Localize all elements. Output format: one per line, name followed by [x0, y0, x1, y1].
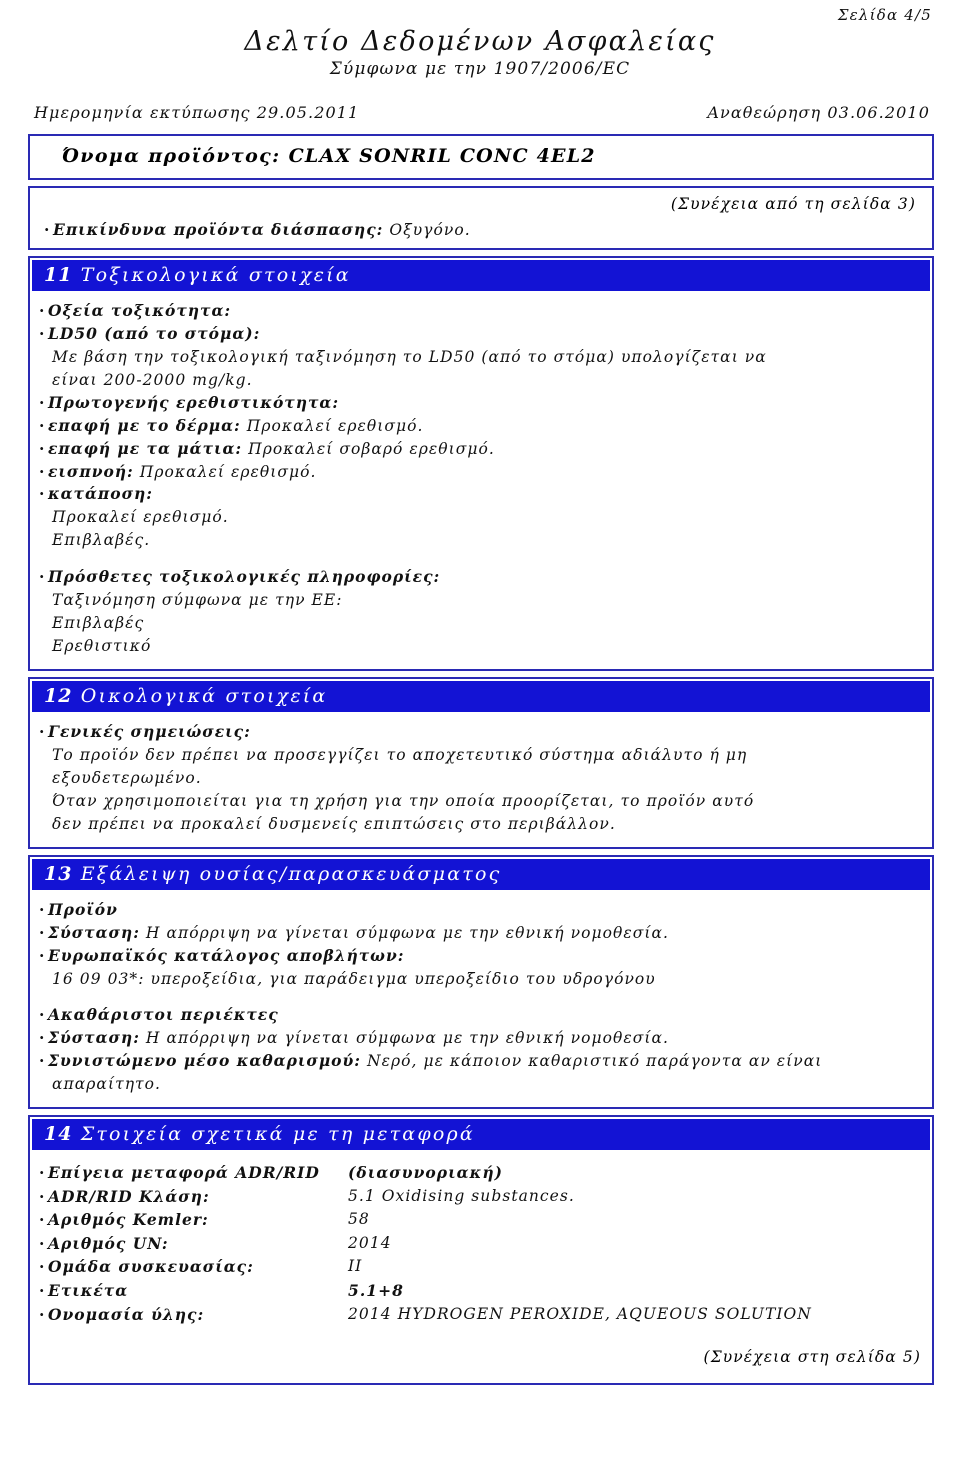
general-notes-line-1: Το προϊόν δεν πρέπει να προσεγγίζει το α… — [52, 745, 748, 764]
continued-from: (Συνέχεια από τη σελίδα 3) — [670, 195, 916, 214]
transport-row: ADR/RID Κλάση: 5.1 Oxidising substances. — [35, 1185, 927, 1209]
transport-row-value: 5.1 Oxidising substances. — [348, 1186, 575, 1205]
ingestion-text-2: Επιβλαβές. — [52, 531, 151, 550]
revision-date: Αναθεώρηση 03.06.2010 — [707, 103, 930, 123]
transport-row-key: Αριθμός UN: — [48, 1233, 169, 1253]
uncleaned-packaging-subheading: Ακαθάριστοι περιέκτες — [35, 1004, 927, 1027]
transport-row: Αριθμός UN: 2014 — [35, 1232, 927, 1256]
transport-row: Ομάδα συσκευασίας: II — [35, 1255, 927, 1279]
section-14-body: Επίγεια μεταφορά ADR/RID(διασυνοριακή)AD… — [31, 1150, 931, 1382]
section-14-header: 14 Στοιχεία σχετικά με τη μεταφορά — [32, 1119, 930, 1151]
section-12-body: Γενικές σημειώσεις: Το προϊόν δεν πρέπει… — [31, 712, 931, 846]
transport-row-key: ADR/RID Κλάση: — [48, 1186, 210, 1206]
document-title: Δελτίο Δεδομένων Ασφαλείας — [244, 26, 716, 57]
section-13-header: 13 Εξάλειψη ουσίας/παρασκευάσματος — [32, 858, 930, 890]
page-indicator: Σελίδα 4/5 — [837, 6, 932, 24]
section-11-header: 11 Τοξικολογικά στοιχεία — [32, 259, 930, 291]
section-14-number: 14 — [44, 1123, 73, 1146]
print-date: Ημερομηνία εκτύπωσης 29.05.2011 — [34, 103, 360, 123]
general-notes-line-2: εξουδετερωμένο. — [52, 768, 202, 787]
section-11-body: Οξεία τοξικότητα: LD50 (από το στόμα): Μ… — [31, 291, 931, 668]
transport-row-value: 2014 HYDROGEN PEROXIDE, AQUEOUS SOLUTION — [348, 1304, 812, 1323]
product-name-line: Όνομα προϊόντος: CLAX SONRIL CONC 4EL2 — [40, 145, 922, 167]
document-header: Δελτίο Δεδομένων Ασφαλείας Σύμφωνα με τη… — [0, 0, 960, 79]
transport-row: Αριθμός Kemler: 58 — [35, 1208, 927, 1232]
general-notes-line-3: Όταν χρησιμοποιείται για τη χρήση για τη… — [52, 791, 755, 810]
inhalation-line: εισπνοή: Προκαλεί ερεθισμό. — [35, 461, 927, 484]
product-subheading: Προϊόν — [35, 899, 927, 922]
eu-classification-line: Ταξινόμηση σύμφωνα με την ΕΕ: — [52, 591, 343, 610]
continued-to: (Συνέχεια στη σελίδα 5) — [703, 1348, 921, 1367]
transport-row: Ονομασία ύλης: 2014 HYDROGEN PEROXIDE, AQ… — [35, 1303, 927, 1327]
european-waste-catalogue-label: Ευρωπαϊκός κατάλογος αποβλήτων: — [35, 945, 927, 968]
transport-rows: Επίγεια μεταφορά ADR/RID(διασυνοριακή)AD… — [35, 1161, 927, 1326]
section-11-number: 11 — [44, 263, 73, 286]
document-page: Σελίδα 4/5 Δελτίο Δεδομένων Ασφαλείας Σύ… — [0, 0, 960, 1458]
decomposition-products-line: Επικίνδυνα προϊόντα διάσπασης: Οξυγόνο. — [40, 213, 922, 242]
transport-row-key: Ετικέτα — [48, 1280, 129, 1300]
general-notes-label: Γενικές σημειώσεις: — [35, 721, 927, 744]
transport-row: Ετικέτα 5.1+8 — [35, 1279, 927, 1303]
transport-row-key: Αριθμός Kemler: — [48, 1210, 209, 1230]
section-13-box: 13 Εξάλειψη ουσίας/παρασκευάσματος Προϊό… — [28, 854, 934, 1110]
recommendation-product-line: Σύσταση: Η απόρριψη να γίνεται σύμφωνα μ… — [35, 922, 927, 945]
section-14-title: Στοιχεία σχετικά με τη μεταφορά — [80, 1123, 475, 1146]
harmful-line: Επιβλαβές — [52, 614, 145, 633]
transport-row-key: Ομάδα συσκευασίας: — [48, 1257, 254, 1277]
acute-toxicity-label: Οξεία τοξικότητα: — [35, 300, 927, 323]
document-subtitle: Σύμφωνα με την 1907/2006/EC — [329, 59, 631, 80]
primary-irritation-label: Πρωτογενής ερεθιστικότητα: — [35, 392, 927, 415]
transport-row-value: 5.1+8 — [348, 1280, 404, 1300]
transport-row: Επίγεια μεταφορά ADR/RID (διασυνοριακή) — [35, 1161, 927, 1185]
section-13-title: Εξάλειψη ουσίας/παρασκευάσματος — [80, 862, 502, 885]
product-name-value: CLAX SONRIL CONC 4EL2 — [288, 145, 596, 168]
ingestion-label: κατάποση: — [35, 483, 927, 506]
ingestion-text-1: Προκαλεί ερεθισμό. — [52, 508, 229, 527]
carryover-box: (Συνέχεια από τη σελίδα 3) Επικίνδυνα πρ… — [28, 186, 934, 250]
transport-row-value: (διασυνοριακή) — [348, 1163, 504, 1183]
section-12-header: 12 Οικολογικά στοιχεία — [32, 681, 930, 713]
section-14-box: 14 Στοιχεία σχετικά με τη μεταφορά Επίγε… — [28, 1115, 934, 1386]
decomposition-products-value: Οξυγόνο. — [389, 221, 471, 240]
transport-row-value: 2014 — [348, 1233, 392, 1252]
cleaning-agent-line-2: απαραίτητο. — [52, 1075, 162, 1094]
section-12-box: 12 Οικολογικά στοιχεία Γενικές σημειώσει… — [28, 677, 934, 849]
ld50-label: LD50 (από το στόμα): — [35, 323, 927, 346]
section-13-number: 13 — [44, 862, 73, 885]
section-12-number: 12 — [44, 685, 73, 708]
skin-contact-line: επαφή με το δέρμα: Προκαλεί ερεθισμό. — [35, 415, 927, 438]
product-name-box: Όνομα προϊόντος: CLAX SONRIL CONC 4EL2 — [28, 134, 934, 181]
decomposition-products-label: Επικίνδυνα προϊόντα διάσπασης: — [53, 220, 384, 240]
transport-row-key: Επίγεια μεταφορά ADR/RID — [48, 1163, 320, 1183]
transport-row-key: Ονομασία ύλης: — [48, 1304, 205, 1324]
cleaning-agent-line: Συνιστώμενο μέσο καθαρισμού: Νερό, με κά… — [35, 1050, 927, 1073]
section-11-title: Τοξικολογικά στοιχεία — [80, 263, 351, 286]
waste-code-line: 16 09 03*: υπεροξείδια, για παράδειγμα υ… — [52, 969, 656, 988]
irritant-line: Ερεθιστικό — [52, 637, 152, 656]
transport-row-value: 58 — [348, 1210, 370, 1229]
section-11-box: 11 Τοξικολογικά στοιχεία Οξεία τοξικότητ… — [28, 255, 934, 672]
eye-contact-line: επαφή με τα μάτια: Προκαλεί σοβαρό ερεθι… — [35, 438, 927, 461]
product-name-label: Όνομα προϊόντος: — [62, 145, 281, 168]
transport-row-value: II — [348, 1257, 363, 1276]
ld50-text-line-1: Με βάση την τοξικολογική ταξινόμηση το L… — [52, 347, 767, 366]
recommendation-packaging-line: Σύσταση: Η απόρριψη να γίνεται σύμφωνα μ… — [35, 1027, 927, 1050]
general-notes-line-4: δεν πρέπει να προκαλεί δυσμενείς επιπτώσ… — [52, 814, 616, 833]
document-meta: Ημερομηνία εκτύπωσης 29.05.2011 Αναθεώρη… — [0, 103, 960, 122]
ld50-text-line-2: είναι 200-2000 mg/kg. — [52, 370, 253, 389]
section-12-title: Οικολογικά στοιχεία — [80, 685, 328, 708]
section-13-body: Προϊόν Σύσταση: Η απόρριψη να γίνεται σύ… — [31, 890, 931, 1107]
additional-tox-label: Πρόσθετες τοξικολογικές πληροφορίες: — [35, 566, 927, 589]
